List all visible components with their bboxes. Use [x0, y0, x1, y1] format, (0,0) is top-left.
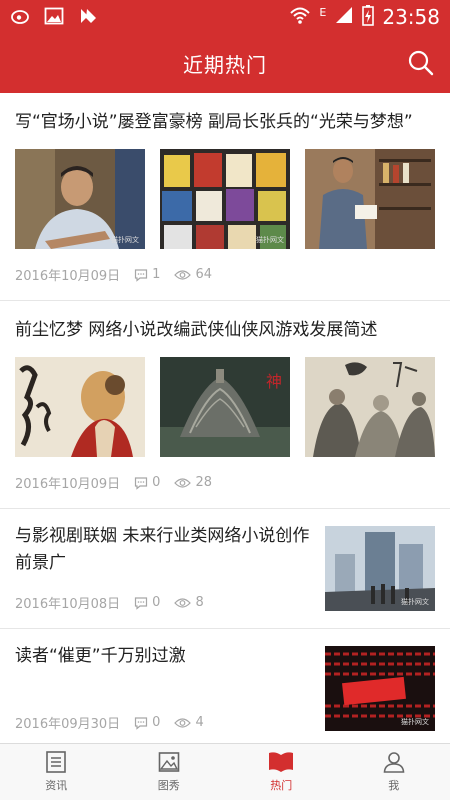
article-meta: 2016年10月09日 1 64 — [15, 265, 226, 284]
article-meta: 2016年10月08日 0 8 — [15, 593, 218, 612]
tab-label: 我 — [388, 779, 400, 792]
tab-label: 图秀 — [157, 779, 180, 792]
view-count: 4 — [195, 715, 204, 730]
app-bar: 近期热门 — [0, 35, 450, 93]
signal-icon — [334, 5, 354, 29]
tab-label: 热门 — [270, 779, 293, 792]
comment-icon — [135, 268, 148, 282]
comment-count: 0 — [152, 595, 161, 610]
status-bar: E 23:58 — [0, 0, 450, 35]
article-meta: 2016年09月30日 0 4 — [15, 713, 218, 732]
image-icon — [158, 752, 180, 772]
comment-icon — [135, 716, 148, 730]
article-image: 猫扑网文 — [160, 149, 290, 249]
views-icon — [174, 269, 192, 280]
article-meta: 2016年10月09日 0 28 — [15, 473, 226, 492]
article-title: 与影视剧联姻 未来行业类网络小说创作前景广 — [15, 526, 310, 573]
article-image: 猫扑网文 — [325, 646, 435, 731]
view-count: 28 — [195, 475, 212, 490]
network-type: E — [319, 5, 327, 19]
search-button[interactable] — [406, 48, 436, 78]
article-date: 2016年09月30日 — [15, 717, 121, 732]
user-icon — [383, 752, 405, 773]
views-icon — [174, 477, 192, 488]
book-icon — [269, 752, 294, 772]
article-title: 写“官场小说”屡登富豪榜 副局长张兵的“光荣与梦想” — [15, 112, 413, 132]
comment-count: 1 — [152, 267, 161, 282]
article-title: 前尘忆梦 网络小说改编武侠仙侠风游戏发展简述 — [15, 320, 378, 340]
svg-text:神: 神 — [266, 372, 282, 391]
article-image: 神 — [160, 357, 290, 457]
article-image — [305, 357, 435, 457]
comment-count: 0 — [152, 715, 161, 730]
tab-me[interactable]: 我 — [338, 744, 450, 800]
weibo-icon — [10, 6, 30, 26]
page-title: 近期热门 — [183, 53, 267, 77]
article-item[interactable]: 前尘忆梦 网络小说改编武侠仙侠风游戏发展简述 神 2016年10月09日 0 2… — [0, 301, 450, 509]
clock: 23:58 — [382, 5, 440, 29]
app-icon — [78, 6, 98, 26]
view-count: 64 — [195, 267, 212, 282]
article-thumbnails: 神 — [15, 357, 435, 457]
article-title: 读者“催更”千万别过激 — [15, 646, 186, 666]
comment-icon — [135, 596, 148, 610]
article-date: 2016年10月09日 — [15, 269, 121, 284]
article-image: 猫扑网文 — [15, 149, 145, 249]
news-icon — [46, 751, 67, 773]
article-item[interactable]: 读者“催更”千万别过激 猫扑网文 2016年09月30日 0 4 — [0, 629, 450, 743]
article-date: 2016年10月08日 — [15, 597, 121, 612]
article-date: 2016年10月09日 — [15, 477, 121, 492]
tab-label: 资讯 — [45, 779, 68, 792]
wifi-icon — [289, 5, 311, 29]
bottom-tab-bar: 资讯 图秀 热门 我 — [0, 743, 450, 800]
views-icon — [174, 717, 192, 728]
article-item[interactable]: 与影视剧联姻 未来行业类网络小说创作前景广 猫扑网文 2016年10月08日 0 — [0, 509, 450, 629]
battery-charging-icon — [362, 4, 375, 30]
comment-count: 0 — [152, 475, 161, 490]
view-count: 8 — [195, 595, 204, 610]
article-image: 猫扑网文 — [325, 526, 435, 611]
comment-icon — [135, 476, 148, 490]
article-item[interactable]: 写“官场小说”屡登富豪榜 副局长张兵的“光荣与梦想” 猫扑网文 猫扑网文 201… — [0, 93, 450, 301]
tab-hot[interactable]: 热门 — [225, 744, 338, 800]
tab-news[interactable]: 资讯 — [0, 744, 113, 800]
search-icon — [408, 50, 434, 76]
article-image — [305, 149, 435, 249]
article-feed[interactable]: 写“官场小说”屡登富豪榜 副局长张兵的“光荣与梦想” 猫扑网文 猫扑网文 201… — [0, 93, 450, 743]
views-icon — [174, 597, 192, 608]
article-image — [15, 357, 145, 457]
tab-gallery[interactable]: 图秀 — [113, 744, 226, 800]
gallery-icon — [44, 6, 64, 26]
article-thumbnails: 猫扑网文 猫扑网文 — [15, 149, 435, 249]
